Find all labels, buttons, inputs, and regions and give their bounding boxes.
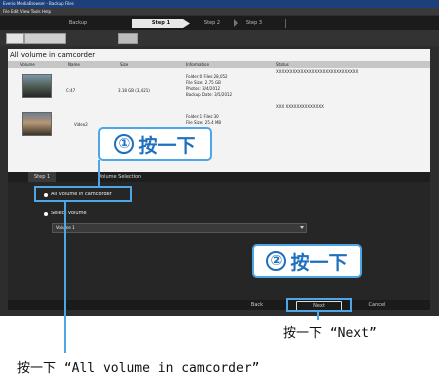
column-header: Volume Name Size Information Status — [8, 61, 430, 68]
tab-step-1[interactable]: Step 1 — [28, 172, 57, 182]
callout-step-1: ① 按一下 — [98, 127, 212, 161]
step-number: ① — [114, 134, 135, 154]
col-volume[interactable]: Volume — [20, 62, 35, 67]
row-info: Photos: 3/4/2012 — [186, 86, 221, 91]
row-info: Folder:0 Files:28,052 — [186, 74, 228, 79]
callout-pointer — [98, 160, 100, 188]
menu-bar: File Edit View Tools Help — [0, 8, 439, 15]
connector-line — [317, 312, 319, 320]
title-bar: Everio MediaBrowser - Backup Files — [0, 0, 439, 8]
row-info: Backup Date: 3/5/2012 — [186, 92, 233, 97]
highlight-all-volume — [34, 186, 132, 202]
tab-volume-selection[interactable]: Volume Selection — [92, 172, 147, 182]
col-name[interactable]: Name — [68, 62, 80, 67]
volume-thumbnail — [22, 74, 52, 98]
callout-text: 按一下 — [290, 251, 348, 274]
option-select-volume-label[interactable]: Select volume — [51, 211, 87, 216]
caption-click-all-volume: 按一下 “All volume in camcorder” — [17, 361, 260, 376]
row-info: File Size: 2.75 GB — [186, 80, 221, 85]
step-number: ② — [266, 251, 287, 271]
row-info: Folder:1 Files:30 — [186, 114, 219, 119]
step-2[interactable]: Step 2 — [192, 19, 232, 28]
callout-text: 按一下 — [138, 134, 196, 157]
col-size[interactable]: Size — [120, 62, 128, 67]
step-divider — [285, 19, 286, 28]
col-status[interactable]: Status — [276, 62, 289, 67]
col-information[interactable]: Information — [186, 62, 209, 67]
radio-select-volume[interactable] — [44, 212, 48, 216]
volume-select-dropdown[interactable]: Volume 1 — [52, 223, 307, 233]
panel-title: All volume in camcorder — [10, 51, 96, 59]
back-button[interactable]: Back — [244, 301, 270, 309]
row-name: C:47 — [66, 88, 76, 93]
chevron-down-icon — [300, 226, 304, 229]
volume-thumbnail — [22, 112, 52, 136]
step-tabs — [8, 172, 430, 182]
step-backup[interactable]: Backup — [48, 19, 108, 28]
refresh-icon[interactable] — [118, 33, 138, 44]
list-view-icon[interactable] — [24, 33, 66, 44]
menu-items[interactable]: File Edit View Tools Help — [3, 9, 51, 14]
caption-click-next: 按一下 “Next” — [283, 326, 377, 341]
grid-view-icon[interactable] — [6, 33, 24, 44]
highlight-next — [286, 298, 352, 312]
row-status: XXX XXXXXXXXXXXXXX — [276, 104, 324, 109]
row-status: XXXXXXXXXXXXXXXXXXXXXXXXXXXXXX — [276, 69, 359, 74]
row-size: 3.18 GB (3,421) — [118, 88, 150, 93]
table-row[interactable] — [8, 107, 430, 145]
step-chevron-icon — [234, 19, 238, 27]
callout-step-2: ② 按一下 — [252, 244, 362, 278]
cancel-button[interactable]: Cancel — [360, 301, 394, 309]
step-1[interactable]: Step 1 — [132, 19, 190, 28]
row-name: Video2 — [74, 122, 88, 127]
row-info: File Size: 25.4 MB — [186, 120, 222, 125]
connector-line — [64, 202, 66, 353]
step-3[interactable]: Step 3 — [236, 19, 272, 28]
window-title: Everio MediaBrowser - Backup Files — [3, 1, 74, 6]
